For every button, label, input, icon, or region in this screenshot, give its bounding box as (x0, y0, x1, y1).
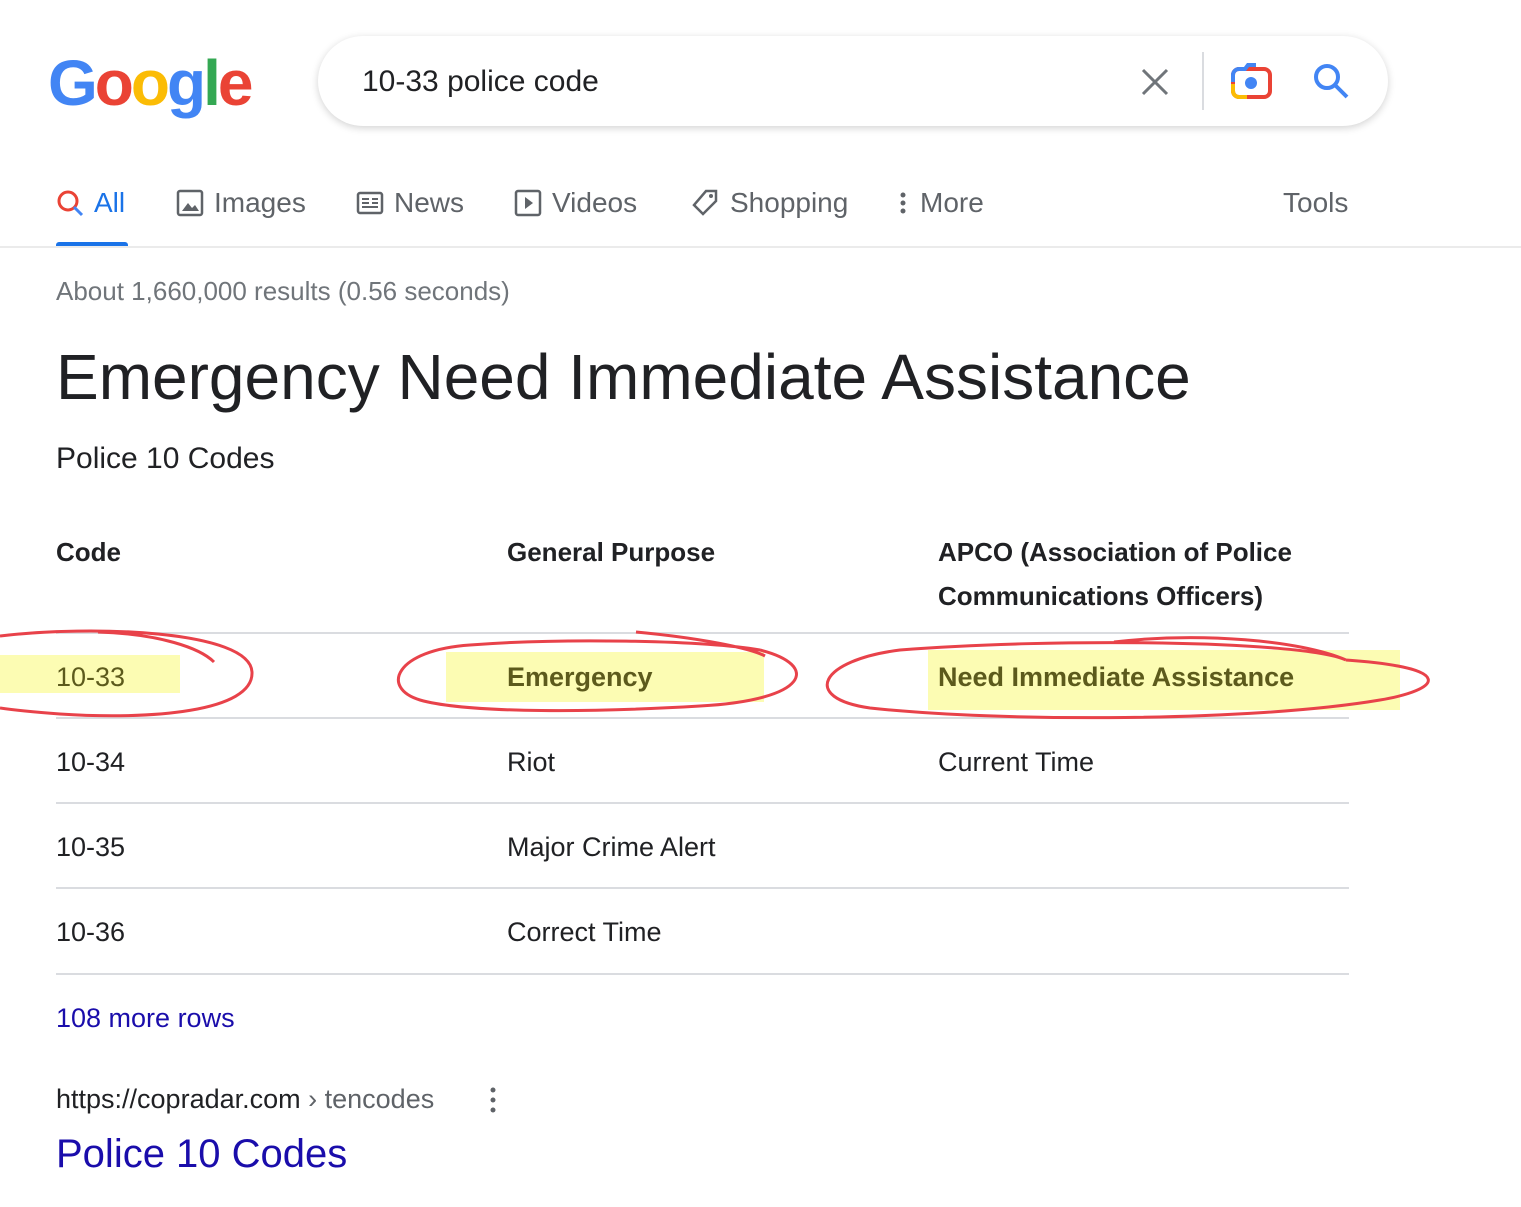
tab-label: All (94, 187, 126, 218)
video-icon (514, 189, 542, 217)
tab-all[interactable]: All (56, 182, 125, 224)
tab-more[interactable]: More (896, 182, 984, 224)
header-line: Communications Officers) (938, 581, 1264, 611)
source-breadcrumb[interactable]: https://copradar.com › tencodes (56, 1084, 434, 1115)
header-line: APCO (Association of Police (938, 537, 1292, 567)
image-icon (176, 189, 204, 217)
more-vert-icon (900, 192, 906, 214)
tools-button[interactable]: Tools (1283, 182, 1348, 224)
cell-code: 10-35 (56, 832, 126, 862)
cell-code: 10-36 (56, 917, 126, 947)
column-header-purpose: General Purpose (507, 537, 716, 567)
search-icon[interactable] (1312, 62, 1350, 100)
tab-label: Videos (552, 187, 638, 218)
google-logo[interactable]: Google (48, 48, 253, 118)
row-divider (56, 717, 1349, 719)
row-divider (56, 973, 1349, 975)
divider (0, 246, 1521, 248)
tab-label: News (394, 187, 465, 218)
cell-code: 10-33 (56, 662, 126, 692)
camera-icon[interactable] (1230, 62, 1274, 100)
tab-news[interactable]: News (356, 182, 464, 224)
result-stats: About 1,660,000 results (0.56 seconds) (56, 276, 510, 306)
column-header-code: Code (56, 537, 121, 567)
column-header-apco: APCO (Association of Police Communication… (938, 530, 1292, 618)
cell-purpose: Correct Time (507, 917, 662, 947)
cell-code: 10-34 (56, 747, 126, 777)
row-divider (56, 887, 1349, 889)
search-input[interactable] (360, 56, 1104, 108)
row-divider (56, 632, 1349, 634)
tab-videos[interactable]: Videos (514, 182, 637, 224)
search-box (318, 36, 1388, 126)
cell-purpose: Riot (507, 747, 556, 777)
more-rows-link[interactable]: 108 more rows (56, 1003, 235, 1034)
news-icon (356, 191, 384, 215)
search-icon (57, 190, 84, 217)
divider (1202, 52, 1204, 110)
tab-shopping[interactable]: Shopping (690, 182, 848, 224)
tools-label: Tools (1283, 187, 1349, 218)
more-options-icon[interactable] (486, 1086, 500, 1114)
tab-label: Images (214, 187, 306, 218)
tab-label: Shopping (730, 187, 849, 218)
featured-title: Emergency Need Immediate Assistance (56, 341, 1191, 413)
row-divider (56, 802, 1349, 804)
cell-purpose: Emergency (507, 662, 653, 692)
featured-subtitle: Police 10 Codes (56, 442, 275, 475)
result-title-link[interactable]: Police 10 Codes (56, 1132, 347, 1177)
tab-images[interactable]: Images (176, 182, 306, 224)
cell-apco: Need Immediate Assistance (938, 662, 1295, 692)
tab-label: More (920, 187, 984, 218)
cell-purpose: Major Crime Alert (507, 832, 716, 862)
cell-apco: Current Time (938, 747, 1095, 777)
tag-icon (692, 189, 718, 216)
source-path: › tencodes (308, 1084, 435, 1114)
source-url: https://copradar.com (56, 1084, 301, 1114)
clear-icon[interactable] (1140, 67, 1170, 97)
